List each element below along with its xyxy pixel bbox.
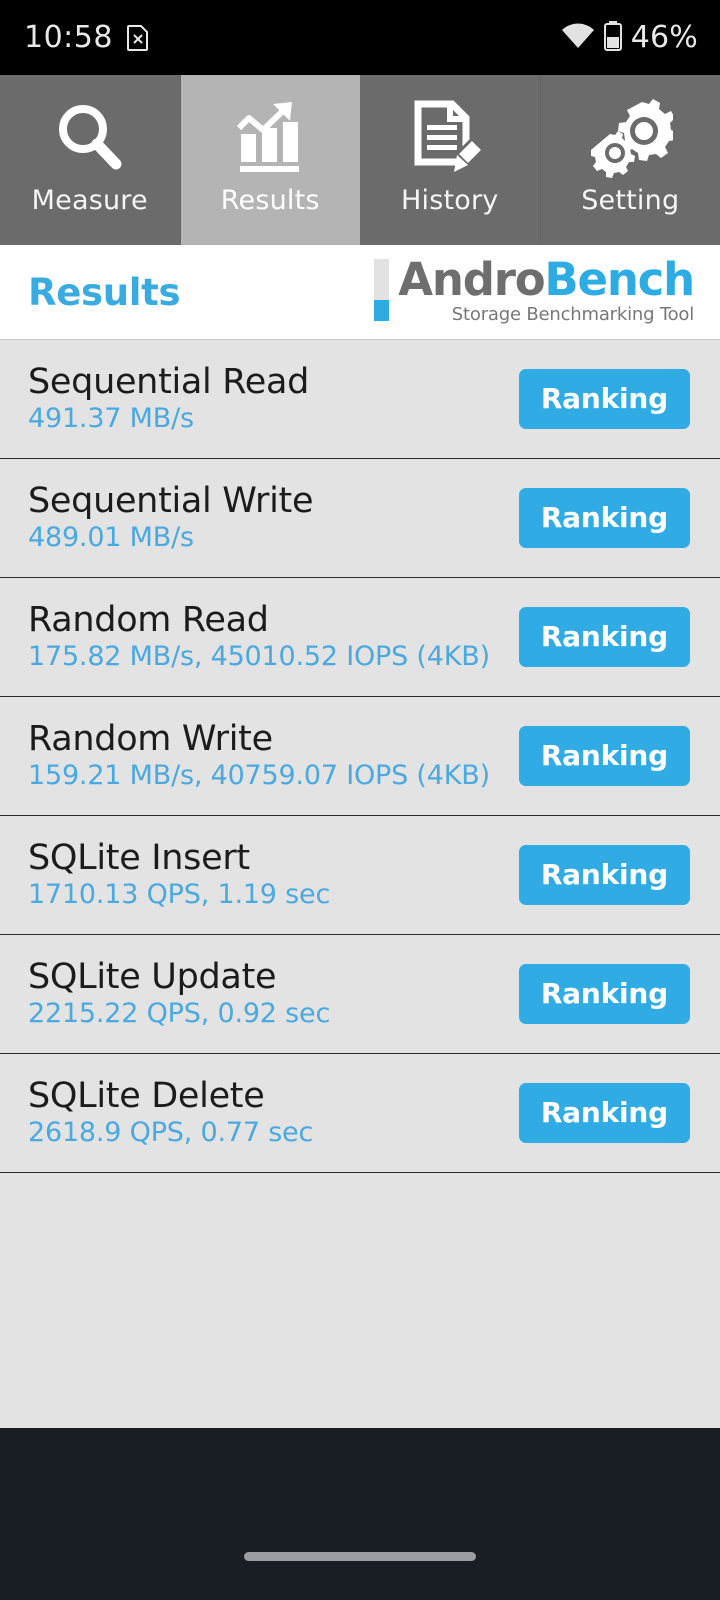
tab-setting[interactable]: Setting [540, 75, 720, 245]
logo-tagline: Storage Benchmarking Tool [451, 304, 694, 326]
tab-history[interactable]: History [360, 75, 541, 245]
result-name: Sequential Read [28, 362, 310, 403]
result-text: SQLite Delete 2618.9 QPS, 0.77 sec [28, 1078, 313, 1147]
result-text: SQLite Insert 1710.13 QPS, 1.19 sec [28, 840, 330, 909]
tab-results[interactable]: Results [180, 75, 360, 245]
result-name: Random Write [28, 719, 273, 760]
result-name: SQLite Update [28, 957, 277, 998]
table-row[interactable]: SQLite Delete 2618.9 QPS, 0.77 sec Ranki… [0, 1054, 720, 1173]
sim-card-disabled-icon [126, 24, 149, 51]
page-header: Results AndroBench Storage Benchmarking … [0, 245, 720, 340]
result-value: 159.21 MB/s, 40759.07 IOPS (4KB) [28, 760, 490, 792]
ranking-button[interactable]: Ranking [518, 1083, 690, 1143]
system-navigation-bar [0, 1428, 720, 1600]
logo-wordmark: AndroBench [398, 257, 695, 302]
tab-results-label: Results [220, 185, 320, 216]
table-row[interactable]: Random Read 175.82 MB/s, 45010.52 IOPS (… [0, 578, 720, 697]
battery-percent: 46% [630, 20, 698, 55]
tab-measure[interactable]: Measure [0, 75, 181, 245]
tab-history-label: History [401, 185, 499, 216]
table-row[interactable]: Sequential Write 489.01 MB/s Ranking [0, 459, 720, 578]
table-row[interactable]: SQLite Update 2215.22 QPS, 0.92 sec Rank… [0, 935, 720, 1054]
ranking-button[interactable]: Ranking [518, 607, 690, 667]
status-bar-right: 46% [561, 20, 698, 55]
result-value: 489.01 MB/s [28, 522, 194, 554]
result-text: Random Read 175.82 MB/s, 45010.52 IOPS (… [28, 602, 490, 671]
logo-andro: Andro [398, 252, 545, 306]
ranking-button[interactable]: Ranking [518, 726, 690, 786]
table-row[interactable]: Random Write 159.21 MB/s, 40759.07 IOPS … [0, 697, 720, 816]
ranking-button[interactable]: Ranking [518, 845, 690, 905]
result-text: Sequential Write 489.01 MB/s [28, 481, 314, 554]
ranking-button[interactable]: Ranking [518, 369, 690, 429]
page-title: Results [28, 270, 181, 314]
result-name: SQLite Delete [28, 1076, 265, 1117]
result-text: Random Write 159.21 MB/s, 40759.07 IOPS … [28, 721, 490, 790]
androbench-logo: AndroBench Storage Benchmarking Tool [374, 257, 695, 326]
battery-icon [603, 20, 623, 55]
logo-bench: Bench [544, 252, 695, 306]
result-value: 491.37 MB/s [28, 403, 194, 435]
result-name: SQLite Insert [28, 838, 250, 879]
magnifier-icon [50, 97, 130, 179]
gears-icon [587, 97, 674, 179]
result-value: 2618.9 QPS, 0.77 sec [28, 1117, 314, 1149]
result-name: Sequential Write [28, 481, 314, 522]
result-text: SQLite Update 2215.22 QPS, 0.92 sec [28, 959, 330, 1028]
logo-bar-icon [374, 258, 390, 321]
result-value: 175.82 MB/s, 45010.52 IOPS (4KB) [28, 641, 490, 673]
tab-measure-label: Measure [31, 185, 148, 216]
table-row[interactable]: Sequential Read 491.37 MB/s Ranking [0, 340, 720, 459]
home-indicator[interactable] [244, 1552, 476, 1561]
table-row[interactable]: SQLite Insert 1710.13 QPS, 1.19 sec Rank… [0, 816, 720, 935]
result-value: 2215.22 QPS, 0.92 sec [28, 998, 331, 1030]
document-pencil-icon [410, 97, 490, 179]
result-text: Sequential Read 491.37 MB/s [28, 364, 309, 433]
wifi-icon [561, 23, 595, 53]
logo-bar-top [374, 258, 390, 300]
ranking-button[interactable]: Ranking [518, 964, 690, 1024]
result-value: 1710.13 QPS, 1.19 sec [28, 879, 331, 911]
ranking-button[interactable]: Ranking [518, 488, 690, 548]
app-window: 10:58 46% Measure Results History Settin… [0, 0, 720, 1600]
bar-chart-arrow-icon [230, 97, 310, 179]
status-bar: 10:58 46% [0, 0, 720, 75]
status-clock: 10:58 [24, 20, 113, 55]
result-name: Random Read [28, 600, 269, 641]
tab-setting-label: Setting [581, 185, 680, 216]
logo-bar-bottom [374, 299, 390, 321]
logo-text: AndroBench Storage Benchmarking Tool [398, 257, 695, 326]
results-list: Sequential Read 491.37 MB/s Ranking Sequ… [0, 340, 720, 1428]
tab-bar: Measure Results History Setting [0, 75, 720, 245]
status-bar-left: 10:58 [24, 20, 149, 55]
